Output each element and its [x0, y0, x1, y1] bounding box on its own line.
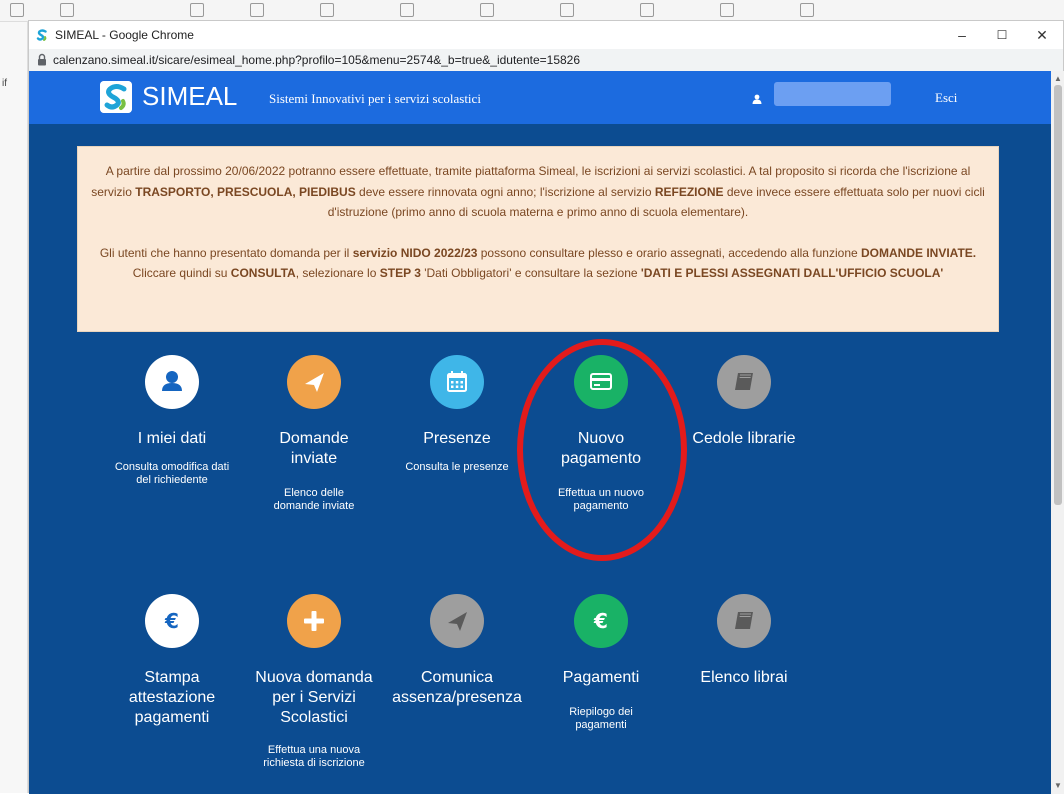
scrollbar-thumb[interactable]: [1054, 85, 1062, 505]
calendar-icon: [447, 371, 467, 392]
site-logo-text[interactable]: SIMEAL: [142, 81, 237, 112]
lock-icon: [38, 53, 46, 66]
background-sidebar: if: [0, 22, 28, 793]
scroll-up-arrow-icon[interactable]: ▲: [1054, 74, 1062, 83]
url-text[interactable]: calenzano.simeal.it/sicare/esimeal_home.…: [53, 53, 580, 67]
toolbar-icon: [190, 3, 204, 17]
tile-title: I miei dati: [137, 430, 207, 447]
toolbar-icon: [60, 3, 74, 17]
red-highlight-circle: [517, 339, 687, 561]
tile-title: Domande inviate: [279, 430, 349, 467]
notice-banner: A partire dal prossimo 20/06/2022 potran…: [77, 146, 999, 332]
book-icon: [735, 612, 753, 629]
site-header: SIMEAL Sistemi Innovativi per i servizi …: [29, 71, 1051, 124]
euro-icon: €: [164, 609, 179, 633]
tile-subtitle: Consulta le presenze: [405, 461, 509, 473]
toolbar-icon: [720, 3, 734, 17]
close-button[interactable]: ✕: [1027, 25, 1057, 45]
browser-window: SIMEAL - Google Chrome – ☐ ✕ calenzano.s…: [28, 20, 1064, 794]
clipboard-icon: [10, 3, 24, 17]
euro-icon: €: [593, 609, 608, 633]
notice-text: deve essere rinnovata ogni anno; l'iscri…: [355, 184, 655, 199]
notice-bold: STEP 3: [379, 266, 421, 280]
simeal-favicon-icon: [35, 28, 49, 42]
tile-presenze[interactable]: Presenze Consulta le presenze: [392, 355, 522, 474]
notice-bold: REFEZIONE: [654, 184, 724, 199]
plus-icon: [304, 611, 324, 631]
tile-stampa-attestazione[interactable]: € Stampa attestazione pagamenti: [107, 594, 237, 728]
tile-title: Stampa attestazione pagamenti: [128, 669, 216, 726]
minimize-button[interactable]: –: [947, 25, 977, 45]
tile-subtitle: Riepilogo dei pagamenti: [569, 706, 633, 731]
user-icon: [162, 371, 182, 391]
tile-icon-circle: €: [145, 594, 199, 648]
notice-text: possono consultare plesso e orario asseg…: [477, 245, 862, 260]
maximize-button[interactable]: ☐: [987, 25, 1017, 45]
notice-paragraph-2: Gli utenti che hanno presentato domanda …: [90, 243, 986, 284]
notice-text: Gli utenti che hanno presentato domanda …: [99, 245, 353, 260]
notice-bold: 'DATI E PLESSI ASSEGNATI DALL'UFFICIO SC…: [640, 266, 944, 280]
toolbar-icon: [250, 3, 264, 17]
svg-text:€: €: [593, 609, 608, 633]
vertical-scrollbar[interactable]: ▲ ▼: [1051, 71, 1064, 794]
scroll-down-arrow-icon[interactable]: ▼: [1054, 781, 1062, 790]
page-content: SIMEAL Sistemi Innovativi per i servizi …: [29, 71, 1051, 794]
tile-icon-circle: [287, 355, 341, 409]
tile-nuova-domanda[interactable]: Nuova domanda per i Servizi Scolastici E…: [249, 594, 379, 770]
tile-elenco-librai[interactable]: Elenco librai: [679, 594, 809, 688]
paper-plane-icon: [448, 612, 467, 631]
tile-title: Cedole librarie: [692, 430, 796, 447]
simeal-logo-icon: [100, 81, 132, 113]
notice-bold: TRASPORTO, PRESCUOLA, PIEDIBUS: [135, 184, 356, 199]
notice-text: Cliccare quindi su: [132, 266, 231, 280]
tile-icon-circle: €: [574, 594, 628, 648]
tile-miei-dati[interactable]: I miei dati Consulta omodifica dati del …: [107, 355, 237, 487]
tile-subtitle: Effettua una nuova richiesta di iscrizio…: [263, 744, 365, 769]
tile-title: Comunica assenza/presenza: [392, 669, 522, 706]
window-title: SIMEAL - Google Chrome: [55, 28, 194, 42]
book-icon: [735, 373, 753, 390]
toolbar-icon: [800, 3, 814, 17]
tile-comunica-assenza[interactable]: Comunica assenza/presenza: [392, 594, 522, 708]
background-toolbar: [0, 0, 1064, 22]
user-icon: [752, 94, 762, 104]
tile-cedole-librarie[interactable]: Cedole librarie: [679, 355, 809, 449]
tile-icon-circle: [430, 594, 484, 648]
notice-text: , selezionare lo: [295, 266, 380, 280]
tile-title: Pagamenti: [562, 669, 640, 686]
tile-icon-circle: [430, 355, 484, 409]
tile-icon-circle: [717, 594, 771, 648]
tile-title: Elenco librai: [700, 669, 788, 686]
background-side-label: if: [2, 78, 7, 89]
tile-title: Presenze: [423, 430, 491, 447]
toolbar-icon: [400, 3, 414, 17]
tile-title: Nuova domanda per i Servizi Scolastici: [255, 669, 373, 726]
svg-text:€: €: [164, 609, 179, 633]
tile-icon-circle: [717, 355, 771, 409]
notice-text: 'Dati Obbligatori' e consultare la sezio…: [420, 266, 641, 280]
toolbar-icon: [560, 3, 574, 17]
logout-link[interactable]: Esci: [935, 90, 957, 106]
toolbar-icon: [480, 3, 494, 17]
tile-pagamenti[interactable]: € Pagamenti Riepilogo dei pagamenti: [536, 594, 666, 732]
toolbar-icon: [320, 3, 334, 17]
user-name-box[interactable]: [774, 82, 891, 106]
title-bar: SIMEAL - Google Chrome – ☐ ✕: [29, 21, 1063, 49]
notice-paragraph-1: A partire dal prossimo 20/06/2022 potran…: [90, 161, 986, 223]
tile-icon-circle: [145, 355, 199, 409]
notice-bold: servizio NIDO 2022/23: [352, 245, 478, 260]
tile-subtitle: Elenco delle domande inviate: [273, 487, 355, 512]
tile-domande-inviate[interactable]: Domande inviate Elenco delle domande inv…: [249, 355, 379, 513]
tile-subtitle: Consulta omodifica dati del richiedente: [114, 461, 230, 486]
toolbar-icon: [640, 3, 654, 17]
site-tagline: Sistemi Innovativi per i servizi scolast…: [269, 91, 481, 106]
notice-bold: DOMANDE INVIATE.: [861, 245, 977, 260]
notice-bold: CONSULTA: [230, 266, 296, 280]
paper-plane-icon: [305, 373, 324, 392]
tile-icon-circle: [287, 594, 341, 648]
address-bar[interactable]: calenzano.simeal.it/sicare/esimeal_home.…: [29, 49, 1063, 71]
